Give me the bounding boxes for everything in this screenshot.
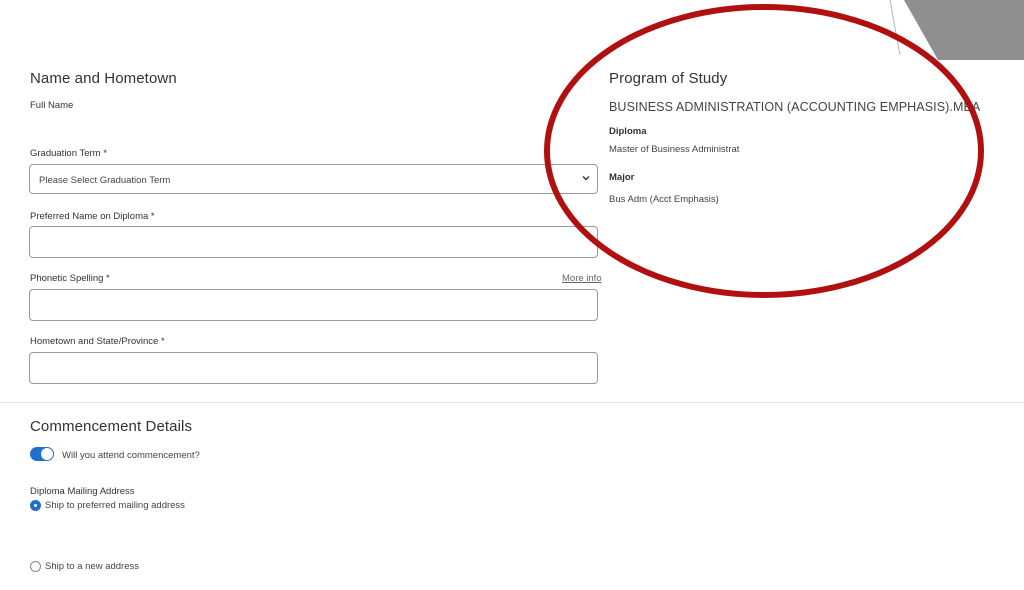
graduation-term-label: Graduation Term * — [30, 148, 107, 159]
annotation-circle — [544, 4, 984, 298]
mailing-address-label: Diploma Mailing Address — [30, 486, 135, 497]
radio-new-address-label: Ship to a new address — [45, 561, 140, 572]
phonetic-spelling-input[interactable] — [29, 289, 598, 321]
attend-commencement-toggle[interactable] — [30, 447, 54, 461]
hometown-input[interactable] — [29, 352, 598, 384]
hometown-label: Hometown and State/Province * — [30, 336, 165, 347]
preferred-name-input[interactable] — [29, 226, 598, 258]
attend-commencement-label: Will you attend commencement? — [62, 450, 200, 461]
radio-preferred-address[interactable] — [30, 500, 41, 511]
name-section-title: Name and Hometown — [30, 70, 177, 87]
full-name-label: Full Name — [30, 100, 74, 111]
preferred-name-label: Preferred Name on Diploma * — [30, 211, 155, 222]
section-divider — [0, 402, 1024, 403]
graduation-term-select[interactable]: Please Select Graduation Term — [29, 164, 598, 194]
phonetic-spelling-label: Phonetic Spelling * — [30, 273, 110, 284]
toggle-knob — [41, 448, 53, 460]
radio-preferred-address-label: Ship to preferred mailing address — [45, 500, 185, 511]
commencement-title: Commencement Details — [30, 418, 193, 435]
radio-new-address[interactable] — [30, 561, 41, 572]
graduation-term-value: Please Select Graduation Term — [39, 175, 171, 186]
